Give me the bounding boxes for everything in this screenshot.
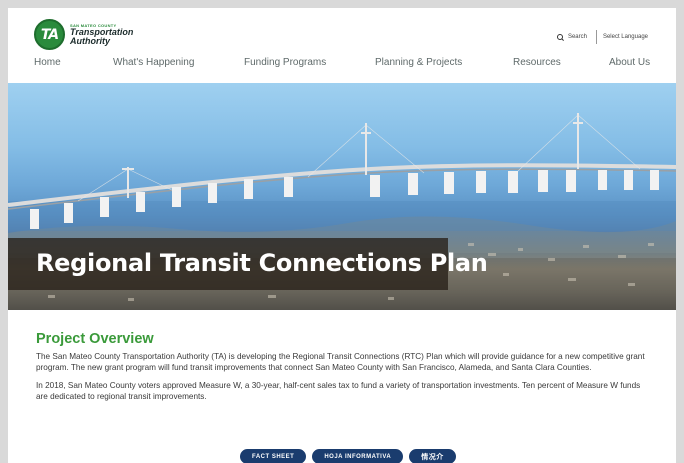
project-overview: Project Overview The San Mateo County Tr… <box>36 331 648 410</box>
logo-text: SAN MATEO COUNTY Transportation Authorit… <box>70 23 133 46</box>
logo-badge-icon: TA <box>34 19 65 50</box>
utility-divider <box>595 30 597 44</box>
fact-sheet-button[interactable]: FACT SHEET <box>240 449 307 463</box>
logo[interactable]: TA SAN MATEO COUNTY Transportation Autho… <box>34 19 133 50</box>
nav-item-planning-projects[interactable]: Planning & Projects <box>375 57 462 68</box>
site-header: TA SAN MATEO COUNTY Transportation Autho… <box>8 8 676 52</box>
overview-paragraph-2: In 2018, San Mateo County voters approve… <box>36 381 641 401</box>
nav-item-home[interactable]: Home <box>34 57 61 68</box>
search-icon[interactable] <box>556 33 564 41</box>
section-title: Project Overview <box>36 331 154 347</box>
logo-badge-text: TA <box>40 26 59 43</box>
logo-line-2: Authority <box>70 35 110 46</box>
search-link[interactable]: Search <box>568 34 587 40</box>
document-buttons: FACT SHEET HOJA INFORMATIVA 情况介 <box>240 449 456 463</box>
main-nav: Home What's Happening Funding Programs P… <box>8 57 676 77</box>
utility-links: Search Select Language <box>556 30 648 44</box>
overview-paragraph-1: The San Mateo County Transportation Auth… <box>36 352 645 372</box>
hoja-informativa-button[interactable]: HOJA INFORMATIVA <box>312 449 404 463</box>
nav-item-whats-happening[interactable]: What's Happening <box>113 57 194 68</box>
language-selector[interactable]: Select Language <box>603 34 648 40</box>
page: TA SAN MATEO COUNTY Transportation Autho… <box>8 8 676 463</box>
nav-item-funding-programs[interactable]: Funding Programs <box>244 57 326 68</box>
hero-banner: Regional Transit Connections Plan <box>8 83 676 310</box>
page-title: Regional Transit Connections Plan <box>36 249 488 277</box>
nav-item-about-us[interactable]: About Us <box>609 57 650 68</box>
chinese-fact-sheet-button[interactable]: 情况介 <box>409 449 456 463</box>
nav-item-resources[interactable]: Resources <box>513 57 561 68</box>
